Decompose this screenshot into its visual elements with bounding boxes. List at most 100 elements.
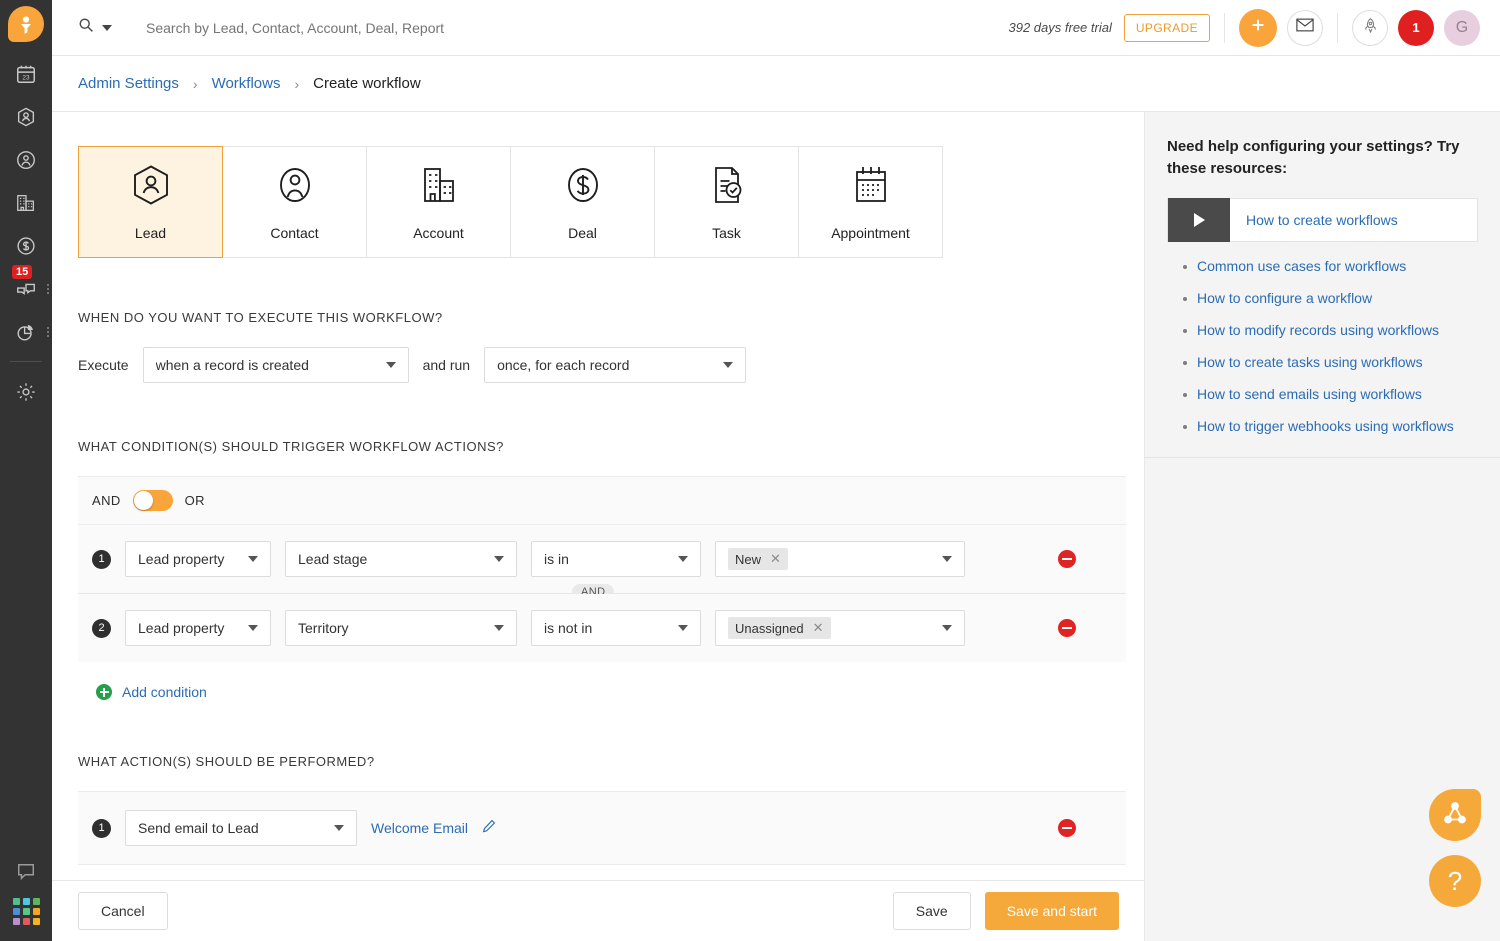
app-grid-cell [23, 898, 30, 905]
notification-count: 1 [1412, 20, 1419, 35]
calendar-icon: 23 [15, 63, 37, 85]
trial-status-text: 392 days free trial [1009, 20, 1112, 35]
help-link[interactable]: How to configure a workflow [1197, 290, 1372, 306]
divider [1337, 13, 1338, 43]
tab-deal-label: Deal [568, 225, 597, 241]
condition-number: 1 [92, 550, 111, 569]
reports-pie-icon [15, 321, 37, 343]
sidebar-item-reports[interactable] [0, 310, 52, 353]
sidebar-item-contacts[interactable] [0, 138, 52, 181]
search-scope-chevron-down-icon[interactable] [102, 25, 112, 31]
notifications-button[interactable]: 1 [1398, 10, 1434, 46]
action-row: 1 Send email to Lead Welcome Email [78, 792, 1126, 864]
overflow-dots-icon[interactable] [47, 327, 49, 337]
chip-remove-icon[interactable]: ✕ [813, 620, 824, 636]
form-footer: Cancel Save Save and start [52, 880, 1145, 941]
condition-operator-select[interactable]: is in [531, 541, 701, 577]
sidebar-item-deals[interactable] [0, 224, 52, 267]
tab-contact-label: Contact [270, 225, 318, 241]
condition-value-select[interactable]: Unassigned ✕ [715, 610, 965, 646]
tab-task[interactable]: Task [654, 146, 799, 258]
execute-label: Execute [78, 357, 129, 373]
workflow-node-icon [1442, 800, 1468, 831]
chip-remove-icon[interactable]: ✕ [770, 551, 781, 567]
bullet-icon [1183, 361, 1187, 365]
tab-account[interactable]: Account [366, 146, 511, 258]
breadcrumb-item-workflows[interactable]: Workflows [212, 75, 281, 92]
help-link[interactable]: How to send emails using workflows [1197, 386, 1422, 402]
help-inner: Need help configuring your settings? Try… [1145, 112, 1500, 434]
remove-action-icon[interactable] [1058, 819, 1076, 837]
cancel-button[interactable]: Cancel [78, 892, 168, 930]
mail-button[interactable] [1287, 10, 1323, 46]
help-video-card[interactable]: How to create workflows [1167, 198, 1478, 242]
funnel-logo-icon[interactable] [8, 6, 44, 42]
sidebar-item-calendar[interactable]: 23 [0, 52, 52, 95]
question-mark-icon: ? [1448, 866, 1462, 897]
app-grid-cell [13, 918, 20, 925]
pencil-icon[interactable] [482, 819, 496, 838]
lead-hexagon-icon [131, 164, 171, 211]
sidebar-item-leads[interactable] [0, 95, 52, 138]
app-grid-icon[interactable] [0, 893, 52, 929]
tab-appointment[interactable]: Appointment [798, 146, 943, 258]
help-fab-button[interactable]: ? [1429, 855, 1481, 907]
overflow-dots-icon[interactable] [47, 284, 49, 294]
help-link[interactable]: How to modify records using workflows [1197, 322, 1439, 338]
main-column: 392 days free trial UPGRADE [52, 0, 1500, 941]
condition-field-select[interactable]: Territory [285, 610, 517, 646]
add-condition-button[interactable]: Add condition [96, 684, 1118, 700]
app-grid-cell [13, 898, 20, 905]
sidebar-item-accounts[interactable] [0, 181, 52, 224]
global-search[interactable] [78, 17, 1009, 38]
search-input[interactable] [146, 20, 566, 36]
contact-icon [15, 149, 37, 171]
condition-operator-select[interactable]: is not in [531, 610, 701, 646]
chat-bubble-icon[interactable] [0, 850, 52, 893]
whats-new-button[interactable] [1352, 10, 1388, 46]
condition-row: 2 Lead property Territory is not in [78, 594, 1126, 662]
condition-source-select[interactable]: Lead property [125, 541, 271, 577]
toggle-or-label: OR [185, 493, 205, 508]
content-area: Lead Contact [52, 112, 1500, 941]
help-link[interactable]: How to trigger webhooks using workflows [1197, 418, 1454, 434]
help-link[interactable]: How to create tasks using workflows [1197, 354, 1423, 370]
trigger-select-value: when a record is created [156, 357, 378, 373]
remove-condition-icon[interactable] [1058, 550, 1076, 568]
tab-contact[interactable]: Contact [222, 146, 367, 258]
remove-condition-icon[interactable] [1058, 619, 1076, 637]
breadcrumb-item-admin-settings[interactable]: Admin Settings [78, 75, 179, 92]
condition-value-select[interactable]: New ✕ [715, 541, 965, 577]
svg-text:23: 23 [22, 74, 30, 81]
page-title: Create workflow [313, 75, 421, 92]
upgrade-button[interactable]: UPGRADE [1124, 14, 1210, 42]
add-new-button[interactable] [1239, 9, 1277, 47]
bullet-icon [1183, 425, 1187, 429]
search-icon[interactable] [78, 17, 94, 38]
building-icon [419, 164, 459, 211]
conditions-section-heading: WHAT CONDITION(S) SHOULD TRIGGER WORKFLO… [78, 439, 1118, 454]
action-type-select[interactable]: Send email to Lead [125, 810, 357, 846]
help-link[interactable]: Common use cases for workflows [1197, 258, 1406, 274]
condition-field-value: Territory [298, 620, 486, 636]
tab-deal[interactable]: Deal [510, 146, 655, 258]
and-or-toggle[interactable] [133, 490, 173, 511]
sidebar-item-conversations[interactable]: 15 [0, 267, 52, 310]
breadcrumb-separator: › [193, 76, 198, 92]
play-icon [1168, 198, 1230, 242]
trigger-select[interactable]: when a record is created [143, 347, 409, 383]
condition-field-select[interactable]: Lead stage [285, 541, 517, 577]
frequency-select[interactable]: once, for each record [484, 347, 746, 383]
help-video-label: How to create workflows [1230, 212, 1398, 228]
sidebar-item-settings[interactable] [0, 370, 52, 413]
condition-source-select[interactable]: Lead property [125, 610, 271, 646]
tab-lead[interactable]: Lead [78, 146, 223, 258]
actions-panel: 1 Send email to Lead Welcome Email [78, 791, 1126, 865]
conditions-panel: AND OR 1 Lead property [78, 476, 1126, 662]
avatar[interactable]: G [1444, 10, 1480, 46]
workflow-fab-button[interactable] [1429, 789, 1481, 841]
save-and-start-button[interactable]: Save and start [985, 892, 1119, 930]
save-button[interactable]: Save [893, 892, 971, 930]
avatar-initial: G [1456, 19, 1468, 37]
email-template-link[interactable]: Welcome Email [371, 820, 468, 836]
